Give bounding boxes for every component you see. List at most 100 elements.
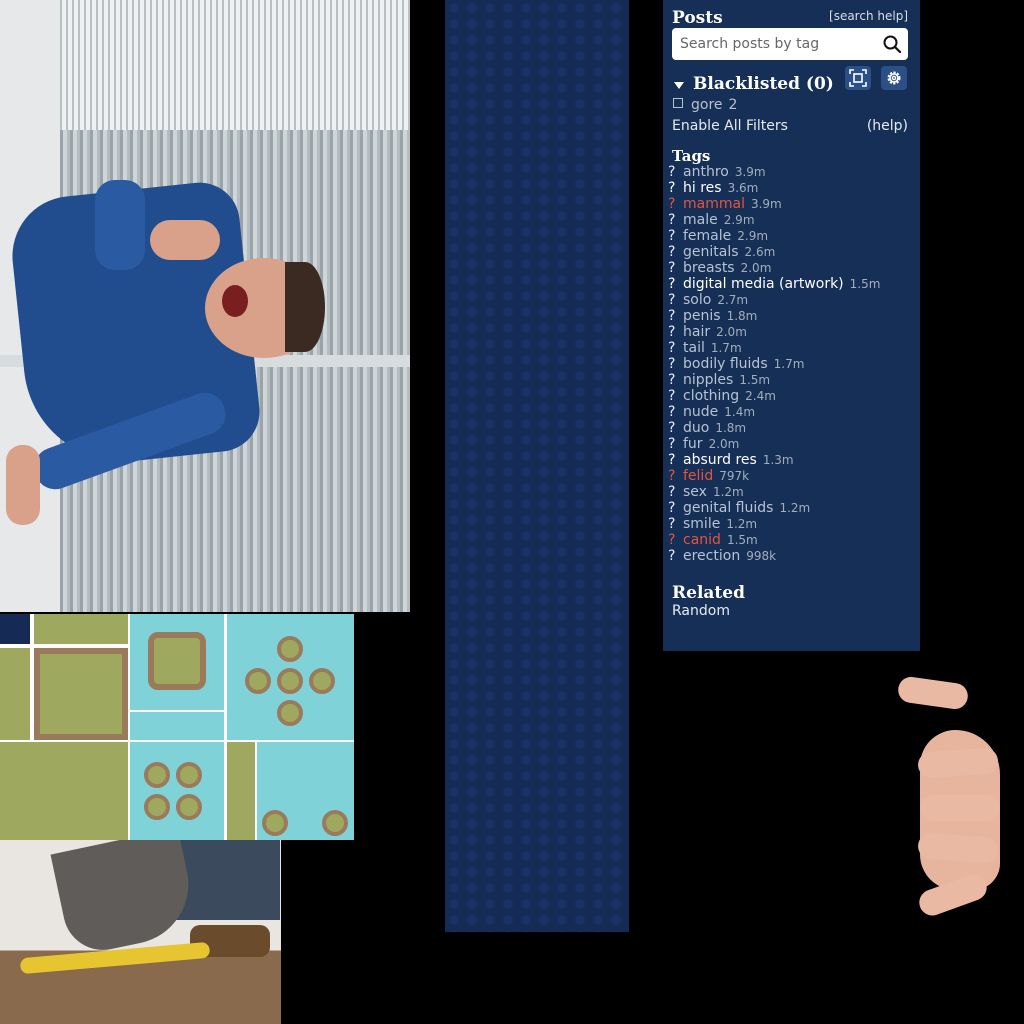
tag-row: ? tail 1.7m (668, 340, 880, 356)
tags-heading: Tags (672, 147, 711, 165)
tag-row: ? genitals 2.6m (668, 244, 880, 260)
tag-row: ? penis 1.8m (668, 308, 880, 324)
tag-name-link[interactable]: male (683, 212, 718, 228)
tag-wiki-link[interactable]: ? (668, 228, 683, 244)
tag-row: ? male 2.9m (668, 212, 880, 228)
tag-wiki-link[interactable]: ? (668, 292, 683, 308)
tag-wiki-link[interactable]: ? (668, 388, 683, 404)
tag-wiki-link[interactable]: ? (668, 468, 683, 484)
help-link[interactable]: (help) (867, 118, 908, 134)
tag-count: 797k (719, 469, 750, 483)
enable-all-filters-link[interactable]: Enable All Filters (672, 118, 788, 134)
tag-wiki-link[interactable]: ? (668, 308, 683, 324)
fullscreen-button[interactable] (845, 66, 871, 90)
tag-name-link[interactable]: mammal (683, 196, 745, 212)
tag-name-link[interactable]: solo (683, 292, 711, 308)
blacklist-item-count: 2 (728, 97, 738, 113)
tag-row: ? smile 1.2m (668, 516, 880, 532)
tag-name-link[interactable]: female (683, 228, 731, 244)
man-photo (0, 0, 410, 612)
tag-name-link[interactable]: bodily fluids (683, 356, 768, 372)
tag-row: ? absurd res 1.3m (668, 452, 880, 468)
tag-wiki-link[interactable]: ? (668, 372, 683, 388)
tag-count: 2.6m (744, 245, 776, 259)
tag-count: 1.3m (762, 453, 794, 467)
tag-wiki-link[interactable]: ? (668, 276, 683, 292)
tag-wiki-link[interactable]: ? (668, 244, 683, 260)
tag-name-link[interactable]: tail (683, 340, 705, 356)
tag-count: 1.2m (712, 485, 744, 499)
tag-count: 1.7m (710, 341, 742, 355)
tag-name-link[interactable]: digital media (artwork) (683, 276, 844, 292)
tag-name-link[interactable]: hi res (683, 180, 722, 196)
tag-count: 2.0m (740, 261, 772, 275)
tag-wiki-link[interactable]: ? (668, 532, 683, 548)
blacklist-item-name: gore (691, 97, 723, 113)
tag-name-link[interactable]: felid (683, 468, 713, 484)
tag-wiki-link[interactable]: ? (668, 164, 683, 180)
blacklisted-heading[interactable]: Blacklisted (0) (693, 74, 834, 94)
tag-name-link[interactable]: nipples (683, 372, 733, 388)
hex-pattern-panel (445, 0, 629, 932)
tag-count: 2.4m (745, 389, 776, 403)
tag-name-link[interactable]: genital fluids (683, 500, 773, 516)
tag-name-link[interactable]: breasts (683, 260, 735, 276)
tag-row: ? solo 2.7m (668, 292, 880, 308)
tag-count: 1.2m (779, 501, 811, 515)
tag-wiki-link[interactable]: ? (668, 196, 683, 212)
tag-wiki-link[interactable]: ? (668, 340, 683, 356)
tag-count: 1.4m (724, 405, 756, 419)
tag-name-link[interactable]: penis (683, 308, 721, 324)
tag-wiki-link[interactable]: ? (668, 516, 683, 532)
tag-wiki-link[interactable]: ? (668, 180, 683, 196)
tag-row: ? felid 797k (668, 468, 880, 484)
tag-count: 2.9m (737, 229, 769, 243)
tag-name-link[interactable]: duo (683, 420, 709, 436)
tag-row: ? fur 2.0m (668, 436, 880, 452)
settings-button[interactable] (881, 66, 907, 90)
tag-name-link[interactable]: smile (683, 516, 720, 532)
tag-count: 1.5m (849, 277, 881, 291)
tag-wiki-link[interactable]: ? (668, 436, 683, 452)
tag-name-link[interactable]: anthro (683, 164, 729, 180)
tag-name-link[interactable]: genitals (683, 244, 739, 260)
search-input[interactable] (672, 28, 872, 60)
tag-name-link[interactable]: clothing (683, 388, 739, 404)
random-link[interactable]: Random (672, 603, 730, 619)
tag-name-link[interactable]: sex (683, 484, 707, 500)
tag-wiki-link[interactable]: ? (668, 500, 683, 516)
tag-wiki-link[interactable]: ? (668, 548, 683, 564)
tag-row: ? canid 1.5m (668, 532, 880, 548)
tag-name-link[interactable]: absurd res (683, 452, 757, 468)
search-help-link[interactable]: [search help] (829, 9, 908, 23)
blacklist-item[interactable]: gore 2 (673, 97, 737, 113)
triangle-down-icon[interactable] (674, 82, 684, 89)
tag-wiki-link[interactable]: ? (668, 484, 683, 500)
tag-wiki-link[interactable]: ? (668, 324, 683, 340)
tag-wiki-link[interactable]: ? (668, 356, 683, 372)
tag-row: ? duo 1.8m (668, 420, 880, 436)
tag-wiki-link[interactable]: ? (668, 260, 683, 276)
tag-name-link[interactable]: hair (683, 324, 710, 340)
tag-count: 1.2m (726, 517, 758, 531)
search-icon[interactable] (883, 35, 902, 54)
tag-name-link[interactable]: erection (683, 548, 740, 564)
tag-name-link[interactable]: canid (683, 532, 721, 548)
tag-count: 3.9m (734, 165, 766, 179)
tag-name-link[interactable]: nude (683, 404, 718, 420)
tag-wiki-link[interactable]: ? (668, 420, 683, 436)
tag-name-link[interactable]: fur (683, 436, 703, 452)
tag-count: 1.5m (726, 533, 758, 547)
blacklist-checkbox[interactable] (673, 98, 683, 108)
tag-wiki-link[interactable]: ? (668, 404, 683, 420)
tag-row: ? anthro 3.9m (668, 164, 880, 180)
tag-wiki-link[interactable]: ? (668, 452, 683, 468)
tag-count: 2.9m (723, 213, 755, 227)
tag-count: 1.8m (726, 309, 758, 323)
fullscreen-icon (849, 69, 867, 87)
tag-row: ? nipples 1.5m (668, 372, 880, 388)
tag-count: 3.9m (750, 197, 782, 211)
tag-row: ? bodily fluids 1.7m (668, 356, 880, 372)
tag-wiki-link[interactable]: ? (668, 212, 683, 228)
tag-row: ? erection 998k (668, 548, 880, 564)
